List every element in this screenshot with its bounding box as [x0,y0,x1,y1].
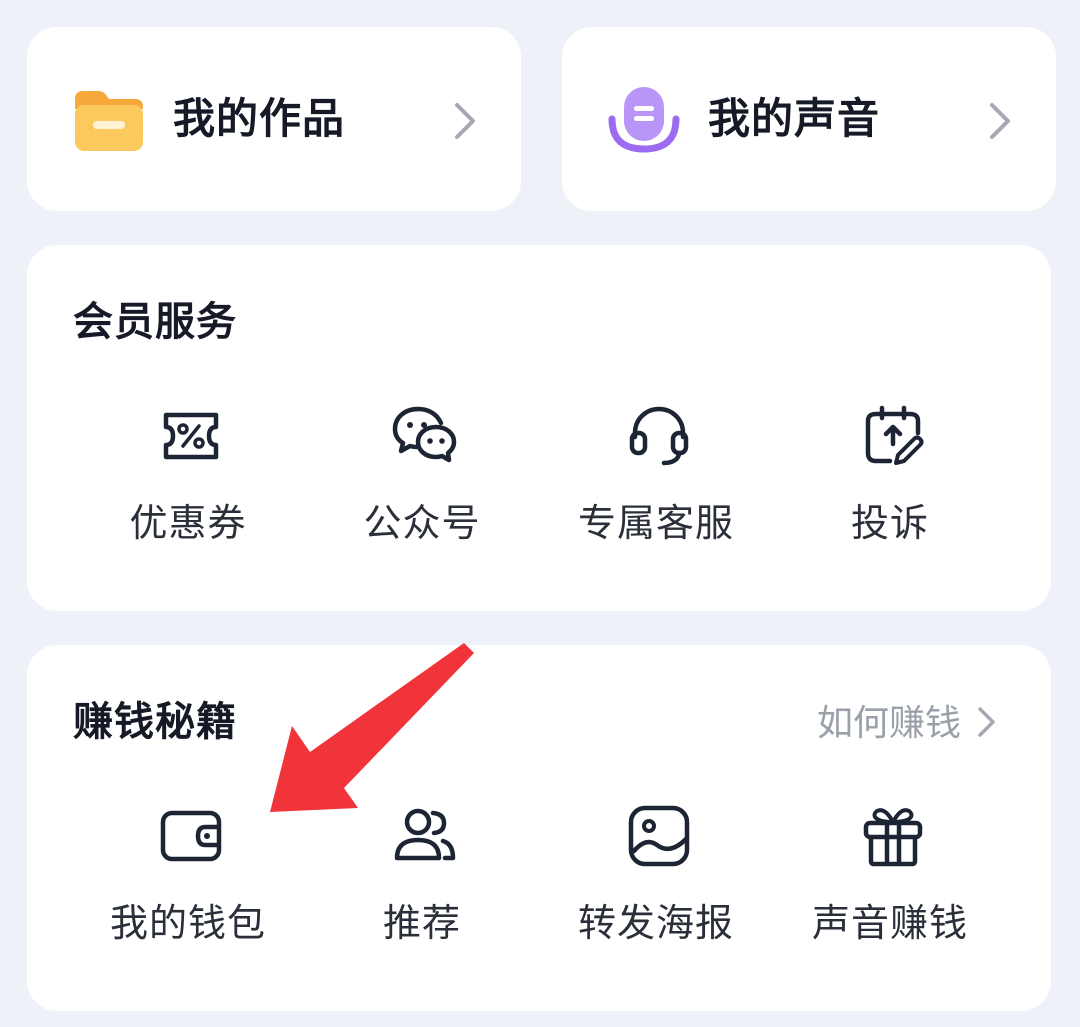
my-voice-label: 我的声音 [708,94,881,143]
how-to-earn-label: 如何赚钱 [816,703,961,744]
member-services-grid: 优惠券 公众号 专属客服 投诉 [27,395,1051,575]
my-wallet-label: 我的钱包 [109,901,266,945]
my-works-label: 我的作品 [173,94,346,143]
voice-earning-entry[interactable]: 声音赚钱 [773,795,1007,975]
voice-earning-label: 声音赚钱 [811,901,968,945]
complaint-icon [860,403,926,469]
chevron-right-icon [986,99,1014,143]
share-poster-label: 转发海报 [577,901,734,945]
wechat-icon [392,403,458,469]
wallet-icon [158,803,224,869]
wechat-official-account-label: 公众号 [363,501,481,545]
customer-service-entry[interactable]: 专属客服 [539,395,773,575]
gift-icon [860,803,926,869]
microphone-icon [606,85,682,155]
complaint-label: 投诉 [850,501,929,545]
earn-money-card: 赚钱秘籍 如何赚钱 我的钱包 推荐 转发海报 声音赚钱 [27,645,1051,1011]
my-voice-card[interactable]: 我的声音 [562,27,1056,211]
complaint-entry[interactable]: 投诉 [773,395,1007,575]
my-works-card[interactable]: 我的作品 [27,27,521,211]
member-services-card: 会员服务 优惠券 公众号 专属客服 投诉 [27,245,1051,611]
poster-icon [626,803,692,869]
how-to-earn-link[interactable]: 如何赚钱 [817,699,999,749]
coupon-icon [158,403,224,469]
folder-icon [71,85,147,155]
share-poster-entry[interactable]: 转发海报 [539,795,773,975]
chevron-right-icon [451,99,479,143]
coupon-entry[interactable]: 优惠券 [71,395,305,575]
customer-service-label: 专属客服 [577,501,734,545]
my-wallet-entry[interactable]: 我的钱包 [71,795,305,975]
member-services-title: 会员服务 [73,299,237,345]
earn-money-title: 赚钱秘籍 [73,699,237,745]
chevron-right-icon [975,704,999,744]
wechat-official-account-entry[interactable]: 公众号 [305,395,539,575]
earn-money-grid: 我的钱包 推荐 转发海报 声音赚钱 [27,795,1051,975]
users-icon [392,803,458,869]
recommend-entry[interactable]: 推荐 [305,795,539,975]
coupon-label: 优惠券 [129,501,247,545]
recommend-label: 推荐 [382,901,461,945]
headset-icon [626,403,692,469]
